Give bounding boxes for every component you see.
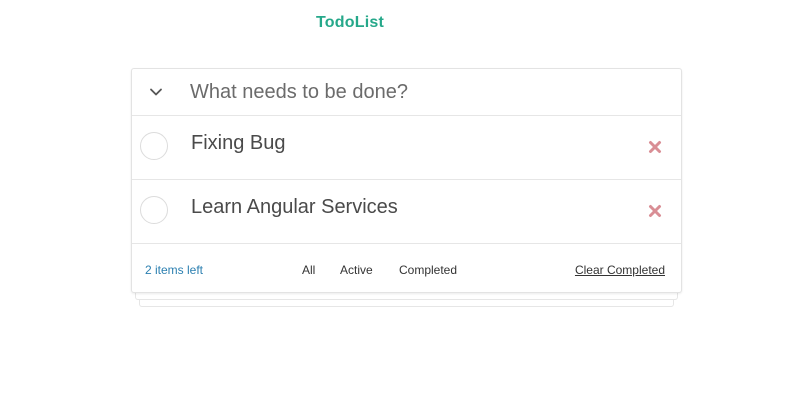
todo-toggle-checkbox[interactable] (140, 196, 168, 224)
clear-completed-button[interactable]: Clear Completed (575, 263, 665, 277)
filter-completed-link[interactable]: Completed (399, 263, 457, 277)
todo-item: Fixing Bug (132, 116, 681, 180)
todo-card: Fixing Bug Learn Angular Services 2 item… (131, 68, 682, 293)
filter-active-link[interactable]: Active (340, 263, 373, 277)
todo-destroy-button[interactable] (644, 200, 666, 222)
close-icon (649, 141, 661, 153)
todo-label[interactable]: Fixing Bug (191, 132, 286, 155)
stack-shadow-bottom (139, 299, 674, 307)
toggle-all-button[interactable] (144, 80, 168, 104)
close-icon (649, 205, 661, 217)
app-title: TodoList (316, 14, 384, 31)
stack-shadow-middle (135, 292, 678, 300)
todo-destroy-button[interactable] (644, 136, 666, 158)
todo-footer: 2 items left All Active Completed Clear … (132, 244, 681, 292)
items-left-count: 2 items left (145, 263, 204, 277)
page: TodoList Fixing Bug Learn Angul (0, 0, 793, 417)
todo-toggle-checkbox[interactable] (140, 132, 168, 160)
filter-all-link[interactable]: All (302, 263, 315, 277)
todo-label[interactable]: Learn Angular Services (191, 196, 398, 219)
todo-item: Learn Angular Services (132, 180, 681, 244)
new-todo-row (132, 69, 681, 116)
new-todo-input[interactable] (190, 75, 660, 109)
chevron-down-icon (150, 88, 162, 96)
